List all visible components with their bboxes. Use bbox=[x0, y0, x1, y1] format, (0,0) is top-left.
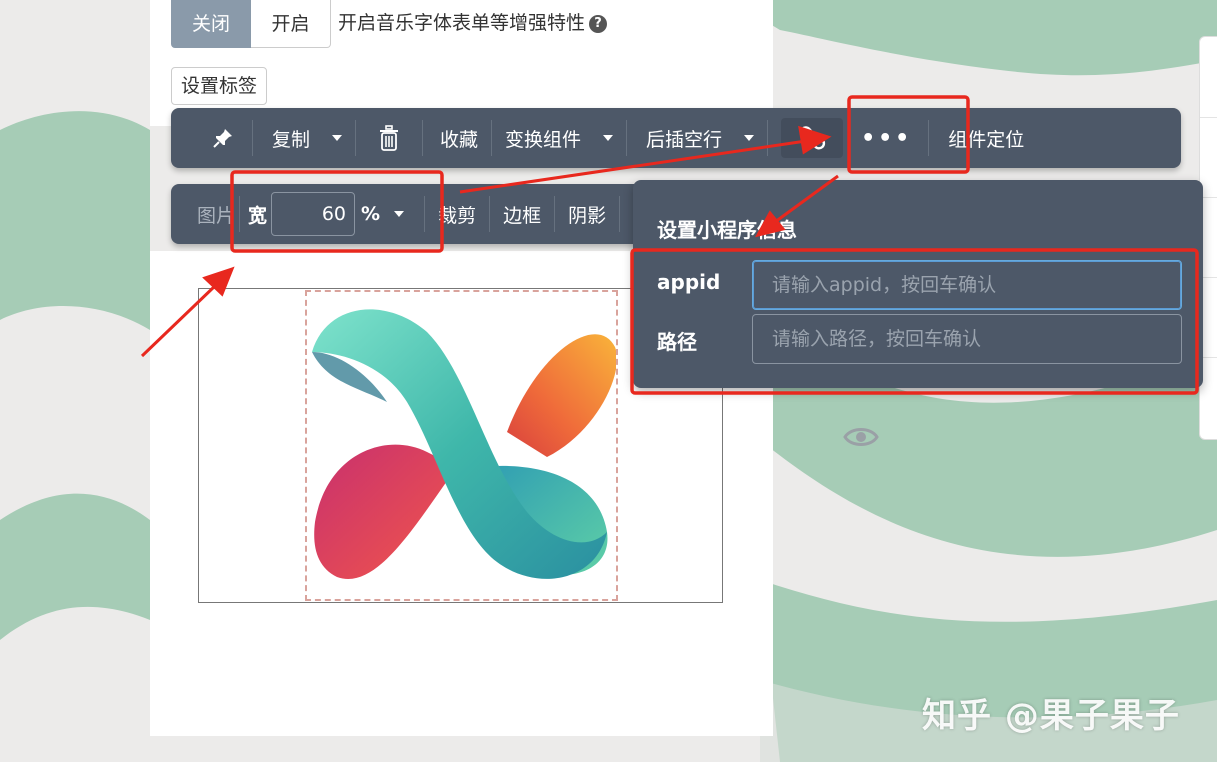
link-button-box bbox=[781, 118, 844, 158]
toolbar-divider bbox=[424, 196, 426, 232]
toolbar-divider bbox=[239, 196, 241, 232]
popover-title: 设置小程序信息 bbox=[657, 218, 797, 242]
caret-down-icon bbox=[744, 135, 755, 141]
toolbar-divider bbox=[767, 120, 769, 156]
insert-position-label: 后插空行 bbox=[646, 128, 723, 151]
image-label: 图片 bbox=[197, 204, 236, 227]
toolbar-divider bbox=[491, 120, 493, 156]
trash-icon bbox=[380, 125, 399, 151]
border-button[interactable]: 边框 bbox=[503, 184, 541, 244]
toolbar-divider bbox=[626, 120, 628, 156]
toggle-open-button[interactable]: 开启 bbox=[251, 0, 331, 48]
pin-icon bbox=[213, 129, 232, 148]
eye-icon[interactable] bbox=[843, 422, 879, 452]
locate-component-button[interactable]: 组件定位 bbox=[942, 108, 1024, 168]
toggle-description: 开启音乐字体表单等增强特性? bbox=[338, 8, 608, 35]
set-tag-button[interactable]: 设置标签 bbox=[171, 67, 268, 105]
help-icon[interactable]: ? bbox=[589, 14, 608, 33]
pin-button[interactable] bbox=[191, 108, 239, 168]
insert-position-dropdown[interactable]: 后插空行 bbox=[640, 108, 755, 168]
watermark: 知乎 @果子果子 bbox=[922, 696, 1180, 736]
width-unit-dropdown[interactable]: % bbox=[355, 184, 405, 244]
convert-label: 变换组件 bbox=[505, 128, 582, 151]
toolbar-divider bbox=[422, 120, 424, 156]
width-unit-label: % bbox=[361, 203, 381, 225]
caret-down-icon bbox=[332, 135, 343, 141]
toolbar-divider bbox=[619, 196, 621, 232]
toggle-close-button[interactable]: 关闭 bbox=[171, 0, 251, 48]
crop-button[interactable]: 裁剪 bbox=[438, 184, 476, 244]
enhance-toggle: 关闭 开启 bbox=[171, 0, 331, 48]
link-button[interactable] bbox=[781, 108, 844, 168]
copy-dropdown[interactable]: 复制 bbox=[266, 108, 343, 168]
miniprogram-popover: 设置小程序信息 appid 路径 bbox=[633, 180, 1203, 388]
link-icon bbox=[799, 126, 826, 150]
width-input[interactable]: 60 bbox=[271, 192, 356, 236]
logo-image bbox=[312, 309, 618, 580]
caret-down-icon bbox=[603, 135, 614, 141]
toolbar-divider bbox=[928, 120, 930, 156]
path-input[interactable] bbox=[752, 314, 1182, 364]
appid-label: appid bbox=[657, 270, 721, 294]
delete-button[interactable] bbox=[369, 108, 409, 168]
copy-label: 复制 bbox=[272, 128, 311, 151]
toolbar-divider bbox=[355, 120, 357, 156]
shadow-button[interactable]: 阴影 bbox=[568, 184, 606, 244]
selected-image[interactable] bbox=[305, 290, 618, 601]
more-icon[interactable]: ••• bbox=[843, 108, 912, 168]
toolbar-divider bbox=[252, 120, 253, 156]
appid-input[interactable] bbox=[752, 260, 1182, 310]
toolbar-divider bbox=[489, 196, 491, 232]
caret-down-icon bbox=[394, 211, 405, 217]
width-label: 宽 bbox=[248, 204, 268, 227]
convert-dropdown[interactable]: 变换组件 bbox=[505, 108, 614, 168]
favorite-button[interactable]: 收藏 bbox=[436, 108, 478, 168]
toolbar-divider bbox=[554, 196, 556, 232]
component-toolbar: 复制 收藏 变换组件 后插空行 ••• 组件定位 bbox=[171, 108, 1181, 168]
toggle-description-text: 开启音乐字体表单等增强特性 bbox=[338, 12, 586, 34]
path-label: 路径 bbox=[657, 330, 697, 354]
